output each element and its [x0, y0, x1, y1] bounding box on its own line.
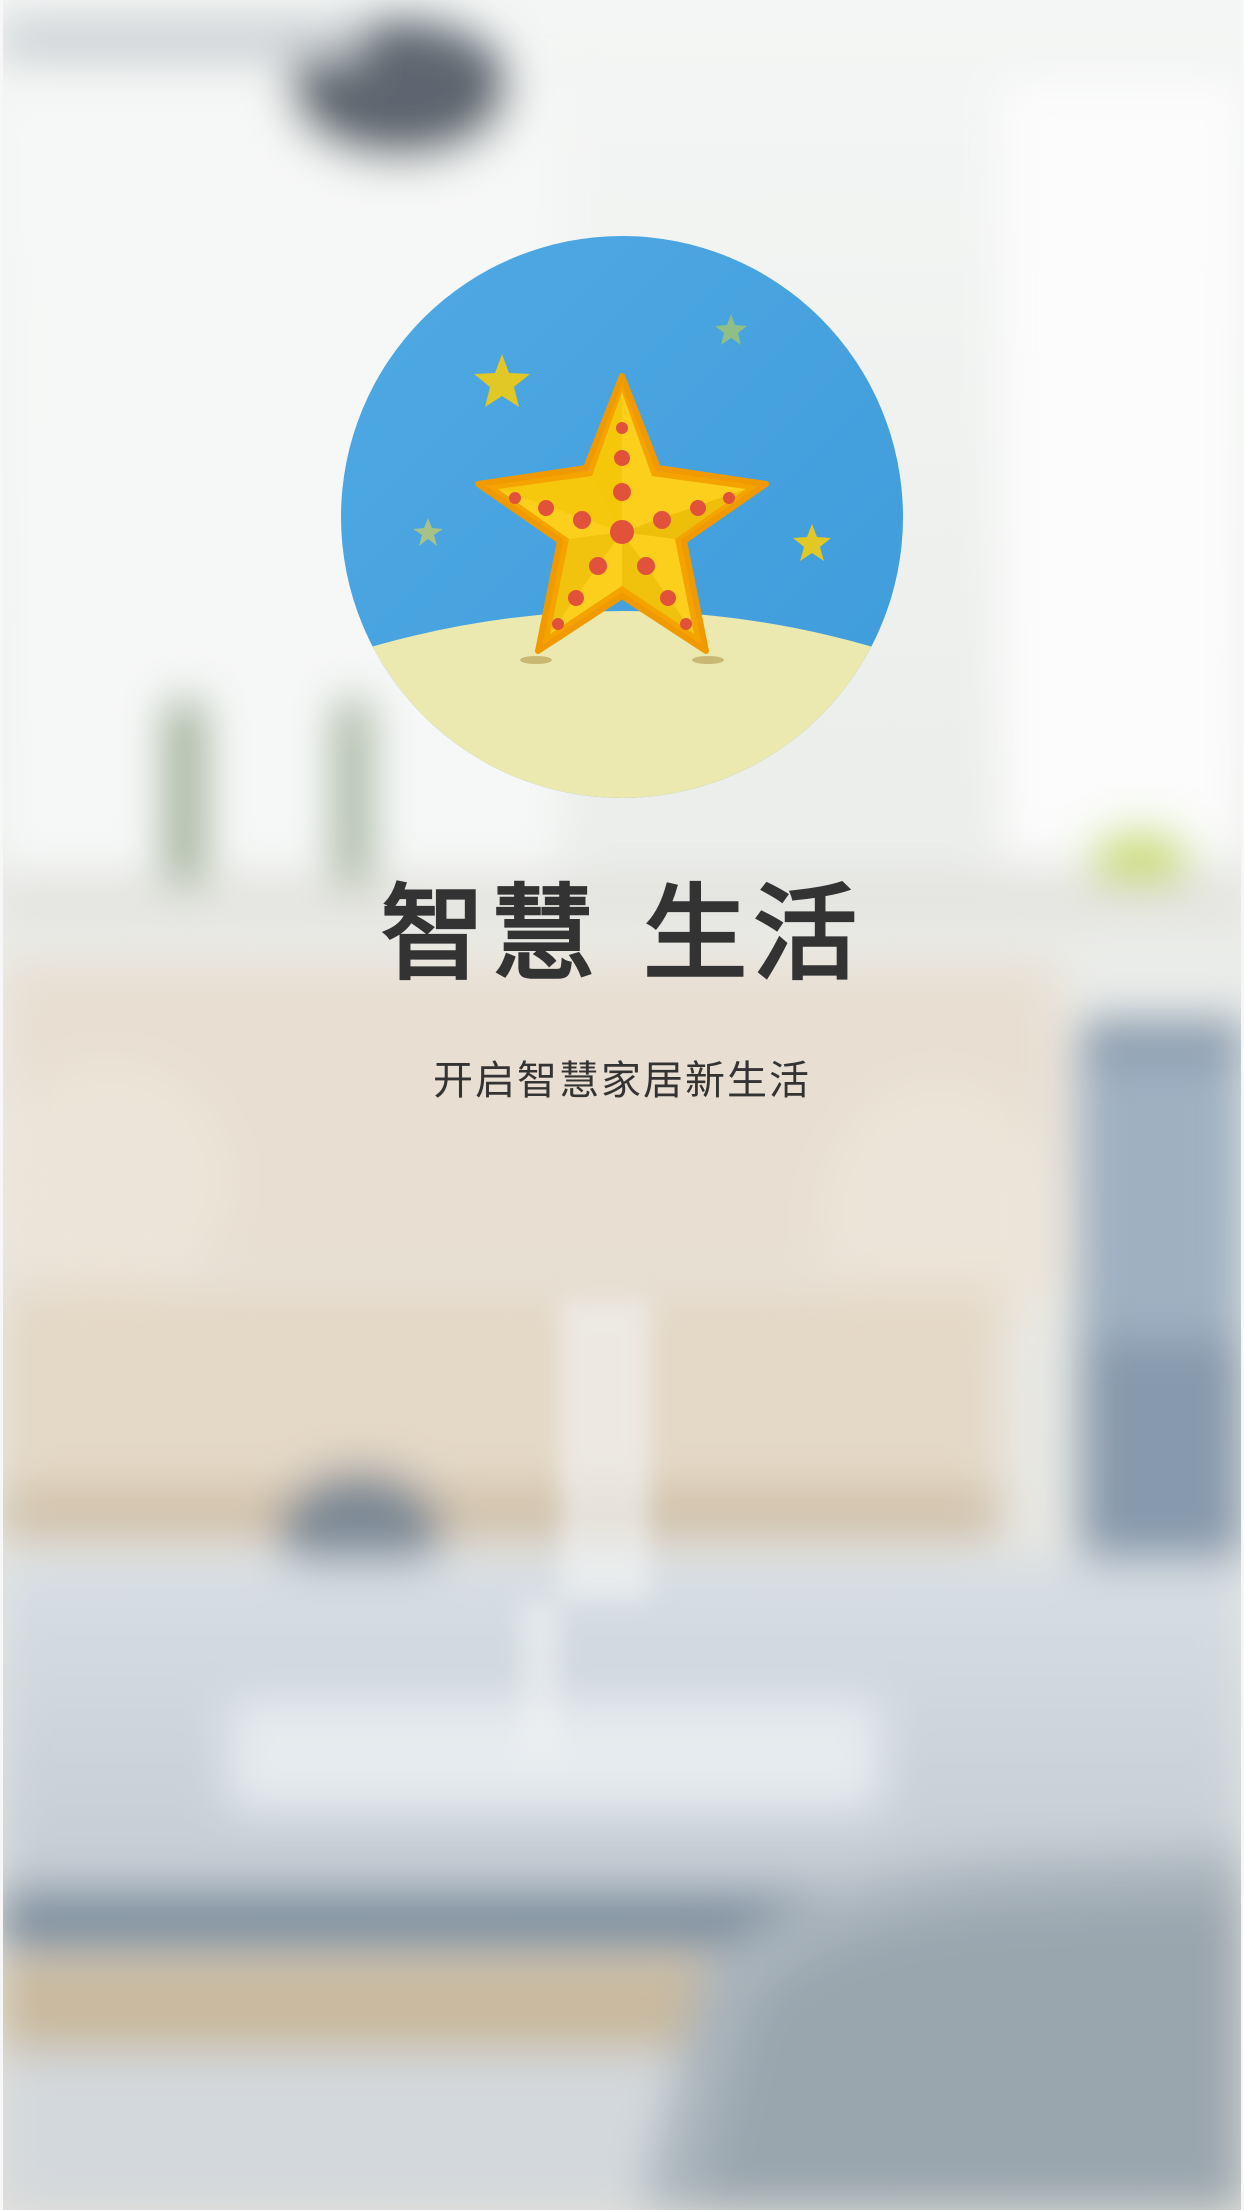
- splash-screen: 智慧 生活 开启智慧家居新生活: [0, 0, 1244, 2210]
- app-title: 智慧 生活: [380, 872, 864, 995]
- app-logo: [341, 236, 903, 798]
- app-subtitle: 开启智慧家居新生活: [433, 1058, 811, 1104]
- starfish-on-sand-icon: [341, 236, 903, 798]
